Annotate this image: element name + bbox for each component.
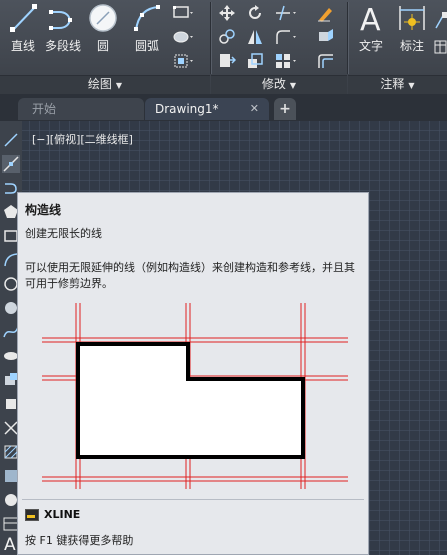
command-line-icon (25, 509, 39, 521)
array-icon[interactable] (274, 52, 300, 70)
arc-label: 圆弧 (134, 39, 159, 53)
tooltip-help-hint: 按 F1 键获得更多帮助 (25, 534, 134, 547)
rotate-icon[interactable] (246, 4, 264, 22)
hatch-icon[interactable] (172, 28, 194, 46)
region-icon[interactable] (172, 52, 194, 70)
close-icon[interactable]: ✕ (250, 98, 259, 120)
line-tool-icon[interactable] (2, 131, 20, 149)
draw-panel-title[interactable]: 绘图 ▼ (0, 76, 210, 92)
tooltip-command: XLINE (25, 507, 80, 523)
chevron-down-icon: ▼ (408, 81, 415, 90)
rectangle-icon[interactable] (172, 4, 194, 22)
modify-panel-label: 修改 (261, 77, 286, 91)
text-icon: A (360, 3, 381, 34)
tab-start[interactable]: 开始 (18, 98, 144, 120)
text-label: 文字 (358, 39, 383, 53)
chevron-down-icon: ▼ (289, 81, 297, 90)
copy-icon[interactable] (218, 28, 236, 46)
tooltip-divider (22, 499, 364, 500)
command-tooltip: 构造线 创建无限长的线 可以使用无限延伸的线（例如构造线）来创建构造和参考线，并… (17, 192, 369, 555)
leader-icon[interactable] (434, 10, 447, 30)
viewport-controls-label[interactable]: [−][俯视][二维线框] (32, 131, 133, 147)
circle-button[interactable]: 圆 (86, 2, 120, 54)
dimension-icon (399, 6, 425, 30)
line-label: 直线 (10, 39, 35, 53)
dimension-button[interactable]: 标注 (393, 2, 431, 54)
tab-drawing1-label: Drawing1* (155, 102, 219, 116)
arc-button[interactable]: 圆弧 (128, 2, 166, 54)
tooltip-body: 可以使用无限延伸的线（例如构造线）来创建构造和参考线，并且其可用于修剪边界。 (25, 261, 355, 290)
annotate-panel-label: 注释 (380, 77, 405, 91)
circle-icon (89, 4, 117, 32)
text-button[interactable]: A 文字 (352, 2, 390, 54)
new-tab-button[interactable]: + (274, 98, 296, 120)
offset-icon[interactable] (316, 52, 336, 70)
dimension-label: 标注 (399, 39, 424, 53)
construction-line-tool-icon[interactable] (2, 155, 20, 173)
tab-start-label: 开始 (32, 102, 57, 116)
xline-illustration (42, 303, 348, 489)
draw-panel-label: 绘图 (87, 77, 112, 91)
mirror-icon[interactable] (246, 28, 264, 46)
explode-icon[interactable] (316, 28, 336, 46)
move-icon[interactable] (218, 4, 236, 22)
tooltip-title: 构造线 (25, 203, 62, 217)
line-button[interactable]: 直线 (4, 2, 42, 54)
plus-icon: + (279, 101, 291, 117)
polyline-icon (49, 10, 72, 30)
polyline-label: 多段线 (44, 39, 81, 53)
tooltip-command-name: XLINE (44, 508, 81, 521)
line-icon (10, 4, 37, 32)
table-icon[interactable] (434, 38, 447, 58)
svg-text:A: A (4, 535, 16, 551)
arc-icon (134, 5, 160, 31)
modify-panel-title[interactable]: 修改 ▼ (211, 76, 347, 92)
svg-text:A: A (360, 3, 381, 34)
ribbon: 直线 多段线 圆 圆弧 A 文字 标注 绘图 ▼ 修改 ▼ 注释 ▼ (0, 0, 447, 95)
file-tab-bar: 开始 Drawing1* ✕ + (0, 94, 447, 121)
scale-icon[interactable] (246, 52, 264, 70)
chevron-down-icon: ▼ (115, 81, 123, 90)
circle-label: 圆 (96, 39, 109, 53)
trim-icon[interactable] (274, 4, 300, 22)
fillet-icon[interactable] (274, 28, 300, 46)
erase-icon[interactable] (316, 4, 336, 22)
polyline-button[interactable]: 多段线 (42, 2, 84, 54)
tab-drawing1[interactable]: Drawing1* ✕ (145, 98, 269, 120)
tooltip-description: 创建无限长的线 (25, 227, 102, 240)
annotate-panel-title[interactable]: 注释 ▼ (348, 76, 447, 92)
stretch-icon[interactable] (218, 52, 236, 70)
